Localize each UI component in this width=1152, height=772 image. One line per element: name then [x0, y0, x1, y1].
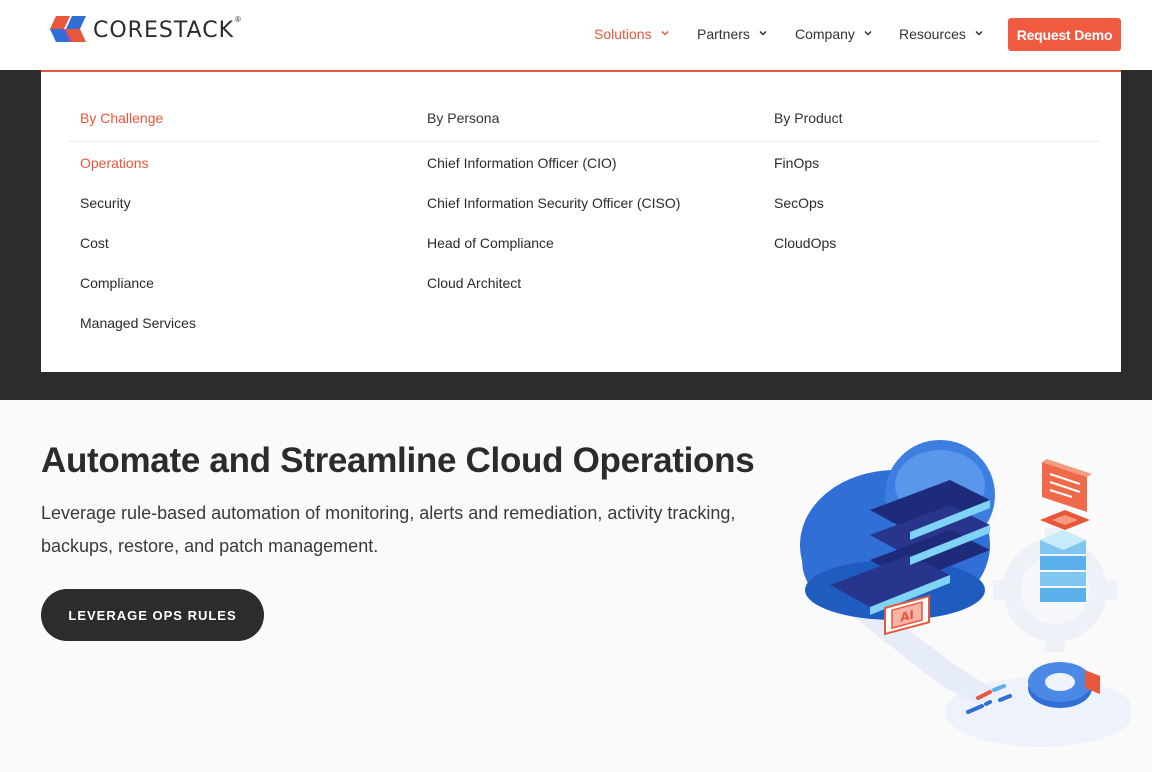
menu-link-secops[interactable]: SecOps: [774, 195, 824, 211]
menu-link-head-of-compliance[interactable]: Head of Compliance: [427, 235, 554, 251]
nav-resources[interactable]: Resources: [899, 26, 983, 42]
nav-label: Company: [795, 26, 855, 42]
menu-divider: [68, 141, 1100, 142]
nav-company[interactable]: Company: [795, 26, 872, 42]
brand-name: CORESTACK: [93, 17, 235, 43]
chat-bubble-icon: [1042, 459, 1092, 512]
nav-label: Resources: [899, 26, 966, 42]
menu-link-cloud-architect[interactable]: Cloud Architect: [427, 275, 521, 291]
menu-link-operations[interactable]: Operations: [80, 155, 148, 171]
menu-link-compliance[interactable]: Compliance: [80, 275, 154, 291]
nav-partners[interactable]: Partners: [697, 26, 767, 42]
menu-link-cloudops[interactable]: CloudOps: [774, 235, 836, 251]
request-demo-button[interactable]: Request Demo: [1008, 18, 1121, 51]
nav-label: Partners: [697, 26, 750, 42]
menu-heading-by-challenge[interactable]: By Challenge: [80, 110, 163, 126]
solutions-mega-menu: By Challenge By Persona By Product Opera…: [41, 70, 1121, 372]
corestack-logo[interactable]: CORESTACK ®: [48, 14, 241, 44]
chevron-down-icon: [661, 30, 669, 36]
menu-link-security[interactable]: Security: [80, 195, 131, 211]
menu-link-ciso[interactable]: Chief Information Security Officer (CISO…: [427, 195, 680, 211]
menu-link-cio[interactable]: Chief Information Officer (CIO): [427, 155, 617, 171]
registered-mark: ®: [235, 14, 241, 24]
menu-link-cost[interactable]: Cost: [80, 235, 109, 251]
chevron-down-icon: [975, 30, 983, 36]
nav-solutions[interactable]: Solutions: [594, 26, 669, 42]
menu-heading-by-product[interactable]: By Product: [774, 110, 842, 126]
chevron-down-icon: [864, 30, 872, 36]
menu-link-finops[interactable]: FinOps: [774, 155, 819, 171]
database-stack-icon: [1040, 530, 1086, 602]
alert-box-icon: [1040, 510, 1090, 530]
site-header: CORESTACK ® Solutions Partners Company R…: [0, 0, 1152, 70]
cloud-operations-illustration: AI: [800, 440, 1130, 747]
nav-label: Solutions: [594, 26, 652, 42]
chevron-down-icon: [759, 30, 767, 36]
menu-link-managed-services[interactable]: Managed Services: [80, 315, 196, 331]
menu-heading-by-persona[interactable]: By Persona: [427, 110, 499, 126]
leverage-ops-rules-button[interactable]: LEVERAGE OPS RULES: [41, 589, 264, 641]
hero-title: Automate and Streamline Cloud Operations: [41, 441, 755, 480]
logo-mark-icon: [50, 16, 86, 42]
hero-description: Leverage rule-based automation of monito…: [41, 503, 736, 556]
